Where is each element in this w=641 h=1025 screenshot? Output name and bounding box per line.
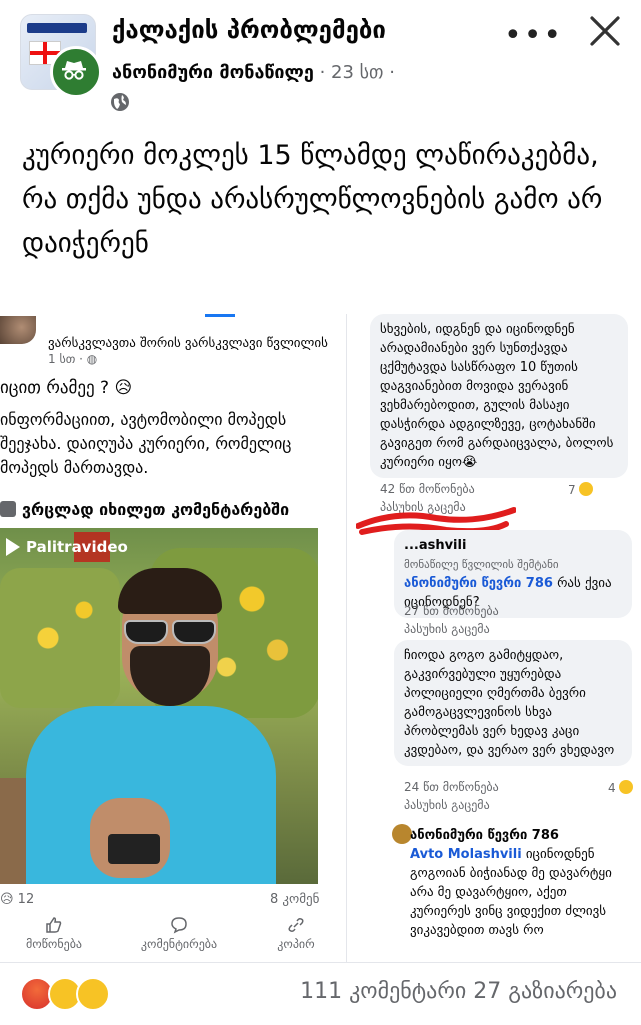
link-icon (0, 501, 16, 517)
meta-dot: · (383, 62, 395, 83)
comment-mention: ანონიმური წევრი 786 (404, 576, 553, 591)
comment-reply: პასუხის გაცემა (404, 798, 490, 812)
comment-bubble: ანონიმური წევრი 786 Avto Molashvili იცინ… (400, 820, 638, 946)
left-time-text: 1 სთ · (48, 352, 87, 366)
left-comment-count: 8 კომენ (270, 892, 320, 907)
comment-meta: 27 წთ მოწონება (404, 604, 499, 618)
anonymous-icon (50, 46, 102, 98)
group-avatar-banner (27, 23, 87, 33)
wow-reaction-icon[interactable] (76, 977, 110, 1011)
wow-reaction-icon (619, 780, 634, 794)
left-body: ინფორმაციით, ავტომობილი მოპედს შეეჯახა. … (0, 410, 292, 477)
like-action-label: მოწონება (25, 937, 82, 951)
comment-reaction-number: 4 (608, 781, 616, 795)
comment-badge: მონაწილე წვლილის შემტანი (404, 558, 559, 571)
left-reactions: 😥 12 (0, 892, 35, 907)
left-see-more: ვრცლად იხილეთ კომენტარებში (0, 500, 289, 519)
sad-reaction-icon (579, 482, 594, 496)
comment-reaction-count: 4 (608, 780, 634, 795)
phone (108, 834, 160, 864)
screenshot-right-comments: სხვების, იდგნენ და იცინოდნენ არადამიანებ… (356, 314, 641, 962)
shares-count[interactable]: 27 გაზიარება (473, 979, 617, 1004)
flowers-left (0, 568, 120, 708)
comment-meta: 42 წთ მოწონება (380, 482, 475, 496)
comment-icon (171, 917, 187, 934)
copy-action-label: კოპირ (277, 937, 315, 951)
meta-separator: · (313, 62, 332, 83)
accent-line (205, 314, 235, 317)
like-action: მოწონება (14, 916, 94, 951)
comment-meta: 24 წთ მოწონება (404, 780, 499, 794)
comment-reaction-number: 7 (568, 483, 576, 497)
globe-icon: ◍ (86, 352, 98, 366)
close-icon[interactable] (588, 14, 622, 48)
like-icon (46, 917, 62, 933)
post-stats: 111 კომენტარი 27 გაზიარება (300, 979, 617, 1004)
attached-screenshot[interactable]: ვარსკვლავთა შორის ვარსკვლავი წვლილის 1 ს… (0, 314, 641, 962)
comments-count[interactable]: 111 კომენტარი (300, 979, 466, 1004)
screenshot-left-post: ვარსკვლავთა შორის ვარსკვლავი წვლილის 1 ს… (0, 314, 330, 962)
comment-bubble: სხვების, იდგნენ და იცინოდნენ არადამიანებ… (370, 314, 628, 478)
news-photo: Palitravideo (0, 528, 318, 884)
copy-action: კოპირ (266, 916, 326, 951)
comment-mention: Avto Molashvili (410, 847, 522, 862)
sunglasses (124, 620, 216, 644)
see-more-text: ვრცლად იხილეთ კომენტარებში (22, 500, 290, 519)
comment-reaction-count: 7 (568, 482, 594, 497)
avatar (0, 316, 36, 344)
comment-action-label: კომენტირება (140, 937, 218, 951)
left-question: იცით რამეე ? 😥 (0, 378, 133, 398)
comment-bubble: ჩიოდა გოგო გამიტყდაო, გაკვირვებული უყურე… (394, 640, 632, 766)
left-actions: მოწონება კომენტირება კოპირ (0, 916, 320, 962)
comment-author: ანონიმური წევრი 786 (410, 828, 559, 843)
more-icon[interactable]: ••• (504, 18, 563, 53)
column-divider (346, 314, 347, 962)
post-footer: 111 კომენტარი 27 გაზიარება (0, 962, 641, 1025)
left-time: 1 სთ · ◍ (48, 352, 97, 366)
left-author: ვარსკვლავთა შორის ვარსკვლავი წვლილის (48, 336, 328, 351)
copy-icon (288, 918, 304, 932)
comment-action: კომენტირება (124, 916, 234, 951)
comment-author: ...ashvili (404, 538, 467, 553)
post-text: კურიერი მოკლეს 15 წლამდე ლაწირაკებმა, რა… (22, 140, 603, 259)
comment-reply: პასუხის გაცემა (404, 622, 490, 636)
post-author[interactable]: ანონიმური მონაწილე (112, 62, 314, 83)
group-name[interactable]: ქალაქის პრობლემები (112, 16, 386, 44)
post-header: ქალაქის პრობლემები ანონიმური მონაწილე · … (0, 0, 641, 111)
person-hair (118, 568, 222, 614)
globe-icon (111, 93, 129, 111)
post-meta: ანონიმური მონაწილე · 23 სთ · (112, 62, 395, 83)
post-time[interactable]: 23 სთ (331, 62, 383, 83)
